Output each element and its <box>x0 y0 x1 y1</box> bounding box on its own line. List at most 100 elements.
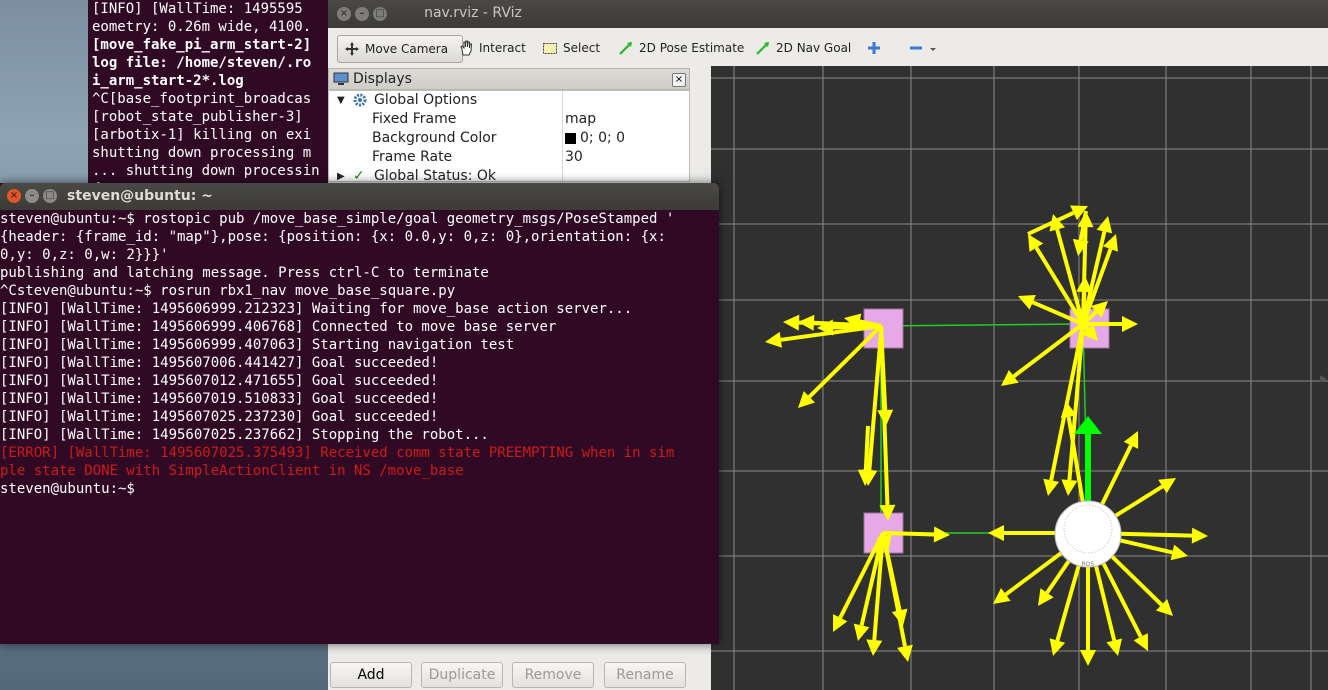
tree-item-global-options[interactable]: ▼ Global Options <box>329 92 689 111</box>
remove-tool-button[interactable] <box>902 35 943 61</box>
background-terminal[interactable]: [INFO] [WallTime: 1495595 eometry: 0.26m … <box>88 0 328 200</box>
terminal-line: [INFO] [WallTime: 1495607006.441427] Goa… <box>0 355 439 371</box>
frame-rate-value[interactable]: 30 <box>565 149 583 165</box>
expand-right-icon[interactable]: ▶ <box>1320 374 1327 384</box>
nav-goal-button[interactable]: 2D Nav Goal <box>749 35 857 61</box>
terminal-output[interactable]: steven@ubuntu:~$ rostopic pub /move_base… <box>0 210 719 644</box>
nav-goal-icon <box>755 40 771 56</box>
hand-icon <box>458 40 474 56</box>
error-line: [ERROR] [WallTime: 1495607025.375493] Re… <box>0 445 675 461</box>
displays-header: Displays × <box>328 68 690 90</box>
terminal-line: [INFO] [WallTime: 1495607012.471655] Goa… <box>0 373 439 389</box>
pose-arrow-head <box>1170 544 1188 561</box>
select-label: Select <box>563 41 601 55</box>
pose-arrow <box>798 324 883 408</box>
tree-item-frame-rate[interactable]: Frame Rate 30 <box>329 149 689 168</box>
terminal-line: [move_fake_pi_arm_start-2] <box>92 37 312 53</box>
global-options-label: Global Options <box>374 92 478 108</box>
move-camera-button[interactable]: Move Camera <box>337 35 463 63</box>
close-icon[interactable]: × <box>7 189 21 203</box>
render-viewport[interactable]: ROS <box>711 66 1328 690</box>
window-title: nav.rviz - RViz <box>424 5 522 21</box>
terminal-line: [INFO] [WallTime: 1495607025.237230] Goa… <box>0 409 439 425</box>
monitor-icon <box>333 71 349 90</box>
pose-estimate-icon <box>618 40 634 56</box>
terminal-line: i_arm_start-2*.log <box>92 73 244 89</box>
background-color-field[interactable]: 0; 0; 0 <box>565 130 625 146</box>
terminal-line: steven@ubuntu:~$ rostopic pub /move_base… <box>0 211 675 227</box>
terminal-line: ^Csteven@ubuntu:~$ rosrun rbx1_nav move_… <box>0 283 456 299</box>
terminal-titlebar[interactable]: × – □ steven@ubuntu: ~ <box>0 183 719 210</box>
pose-arrow-head <box>1080 650 1096 666</box>
rename-button[interactable]: Rename <box>604 662 686 688</box>
add-tool-button[interactable] <box>860 35 888 61</box>
minus-icon <box>908 40 924 56</box>
expand-arrow-icon[interactable]: ▼ <box>337 95 345 106</box>
terminal-line: [robot_state_publisher-3] <box>92 109 303 125</box>
terminal-line: [INFO] [WallTime: 1495606999.212323] Wai… <box>0 301 633 317</box>
duplicate-button[interactable]: Duplicate <box>421 662 503 688</box>
pose-arrow-head <box>933 526 950 543</box>
remove-button[interactable]: Remove <box>512 662 594 688</box>
terminal-line: [INFO] [WallTime: 1495607025.237662] Sto… <box>0 427 489 443</box>
pose-arrow-shaft <box>863 425 870 471</box>
pose-arrow <box>1049 214 1085 325</box>
terminal-line: ^C[base_footprint_broadcas <box>92 91 312 107</box>
terminal-window[interactable]: × – □ steven@ubuntu: ~ steven@ubuntu:~$ … <box>0 183 719 644</box>
fixed-frame-value[interactable]: map <box>565 111 596 127</box>
select-icon <box>542 40 558 56</box>
interact-label: Interact <box>479 41 526 55</box>
terminal-line: steven@ubuntu:~$ <box>0 481 144 497</box>
plan-path <box>880 323 1089 534</box>
terminal-line: {header: {frame_id: "map"},pose: {positi… <box>0 229 666 245</box>
checkmark-icon: ✓ <box>353 168 365 184</box>
close-icon[interactable]: × <box>672 73 686 87</box>
pose-arrow-head <box>1061 479 1078 496</box>
close-icon[interactable]: × <box>337 7 351 21</box>
add-button[interactable]: Add <box>330 662 412 688</box>
pose-arrow-shaft <box>867 332 883 471</box>
robot-model: ROS <box>1054 416 1122 568</box>
terminal-title: steven@ubuntu: ~ <box>67 188 213 204</box>
expand-arrow-icon[interactable]: ▶ <box>337 171 345 182</box>
robot-label: ROS <box>1082 561 1095 568</box>
robot-heading-head <box>1074 416 1102 434</box>
rviz-titlebar[interactable]: × – □ nav.rviz - RViz <box>328 0 1328 28</box>
nav-goal-label: 2D Nav Goal <box>776 41 852 55</box>
pose-arrow-head <box>1038 588 1054 606</box>
gear-icon <box>352 92 368 112</box>
interact-button[interactable]: Interact <box>452 35 532 61</box>
pose-arrow <box>879 325 896 521</box>
pose-arrow-head <box>783 314 800 331</box>
terminal-line: log file: /home/steven/.ro <box>92 55 312 71</box>
background-color-value: 0; 0; 0 <box>580 130 626 146</box>
path-line <box>880 323 1089 534</box>
global-status-label: Global Status: Ok <box>374 168 497 184</box>
background-color-label: Background Color <box>372 130 497 146</box>
error-line: ple state DONE with SimpleActionClient i… <box>0 463 464 479</box>
tree-item-fixed-frame[interactable]: Fixed Frame map <box>329 111 689 130</box>
chevron-down-icon <box>929 40 937 56</box>
displays-tree[interactable]: ▼ Global Options Fixed Frame map Backgro… <box>328 90 690 184</box>
map-visualization[interactable]: ROS <box>711 66 1328 690</box>
pose-arrow-head <box>1106 638 1122 656</box>
rviz-toolbar: Move Camera Interact Select 2D Pose Esti… <box>328 28 1328 67</box>
pose-arrow-head <box>866 639 883 656</box>
pose-arrow-shaft <box>1049 323 1085 481</box>
terminal-line: ... shutting down processin <box>92 163 320 179</box>
pose-arrow-head <box>1049 638 1066 656</box>
plus-icon <box>866 40 882 56</box>
frame-rate-label: Frame Rate <box>372 149 453 165</box>
terminal-line: [INFO] [WallTime: 1495606999.407063] Sta… <box>0 337 515 353</box>
terminal-line: [INFO] [WallTime: 1495595 <box>92 1 303 17</box>
grid <box>711 66 1328 690</box>
move-camera-label: Move Camera <box>365 42 449 56</box>
pose-estimate-button[interactable]: 2D Pose Estimate <box>612 35 750 61</box>
pose-arrow-shaft <box>807 324 883 399</box>
select-button[interactable]: Select <box>536 35 606 61</box>
fixed-frame-label: Fixed Frame <box>372 111 457 127</box>
tree-item-background-color[interactable]: Background Color 0; 0; 0 <box>329 130 689 149</box>
pose-estimate-label: 2D Pose Estimate <box>639 41 745 55</box>
minimize-icon[interactable]: – <box>25 189 39 203</box>
displays-title: Displays <box>353 71 412 87</box>
